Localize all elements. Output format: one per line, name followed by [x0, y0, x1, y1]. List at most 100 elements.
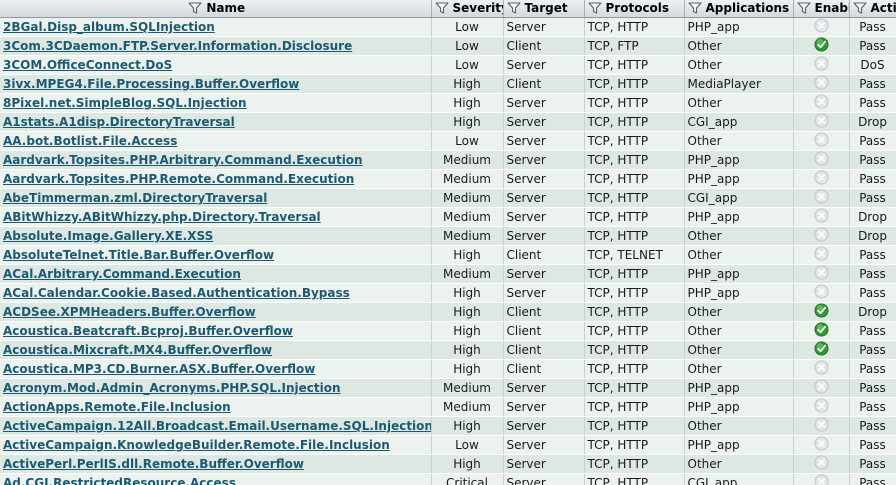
column-header-label: Target — [524, 0, 568, 15]
cell-enable — [793, 245, 850, 265]
table-row[interactable]: Ad.CGI.RestrictedResource.Access Critical… — [0, 473, 896, 485]
disabled-icon[interactable] — [814, 398, 829, 416]
signature-link[interactable]: Acronym.Mod.Admin_Acronyms.PHP.SQL.Injec… — [3, 381, 341, 395]
disabled-icon[interactable] — [814, 455, 829, 473]
disabled-icon[interactable] — [814, 379, 829, 397]
disabled-icon[interactable] — [814, 170, 829, 188]
disabled-icon[interactable] — [814, 151, 829, 169]
cell-protocols: TCP, HTTP — [584, 378, 685, 398]
cell-protocols: TCP, FTP — [584, 36, 685, 56]
signature-link[interactable]: 3COM.OfficeConnect.DoS — [3, 58, 172, 72]
table-row[interactable]: A1stats.A1disp.DirectoryTraversal High Ser… — [0, 112, 896, 132]
signature-link[interactable]: Acoustica.MP3.CD.Burner.ASX.Buffer.Overf… — [3, 362, 315, 376]
signature-link[interactable]: 2BGal.Disp_album.SQLInjection — [3, 20, 215, 34]
disabled-icon[interactable] — [814, 56, 829, 74]
signature-link[interactable]: Ad.CGI.RestrictedResource.Access — [3, 476, 236, 485]
table-row[interactable]: AbsoluteTelnet.Title.Bar.Buffer.Overflow… — [0, 245, 896, 265]
filter-icon[interactable] — [506, 1, 521, 17]
disabled-icon[interactable] — [814, 189, 829, 207]
signature-link[interactable]: Aardvark.Topsites.PHP.Remote.Command.Exe… — [3, 172, 354, 186]
disabled-icon[interactable] — [814, 284, 829, 302]
signature-link[interactable]: AA.bot.Botlist.File.Access — [3, 134, 177, 148]
signature-link[interactable]: AbsoluteTelnet.Title.Bar.Buffer.Overflow — [3, 248, 274, 262]
signature-link[interactable]: ActiveCampaign.KnowledgeBuilder.Remote.F… — [3, 438, 390, 452]
signature-link[interactable]: ActiveCampaign.12All.Broadcast.Email.Use… — [3, 419, 430, 433]
table-row[interactable]: ACal.Calendar.Cookie.Based.Authenticatio… — [0, 283, 896, 303]
table-row[interactable]: ACDSee.XPMHeaders.Buffer.Overflow High Cli… — [0, 302, 896, 322]
table-row[interactable]: Acronym.Mod.Admin_Acronyms.PHP.SQL.Injec… — [0, 378, 896, 398]
cell-name: AbeTimmerman.zml.DirectoryTraversal — [0, 188, 432, 208]
column-header-protocols[interactable]: Protocols — [584, 0, 685, 18]
cell-applications: Other — [684, 340, 794, 360]
disabled-icon[interactable] — [814, 132, 829, 150]
signature-link[interactable]: ABitWhizzy.ABitWhizzy.php.Directory.Trav… — [3, 210, 321, 224]
table-row[interactable]: ActivePerl.PerlIS.dll.Remote.Buffer.Over… — [0, 454, 896, 474]
disabled-icon[interactable] — [814, 265, 829, 283]
column-header-target[interactable]: Target — [503, 0, 585, 18]
signature-link[interactable]: 3ivx.MPEG4.File.Processing.Buffer.Overfl… — [3, 77, 299, 91]
signature-link[interactable]: Acoustica.Mixcraft.MX4.Buffer.Overflow — [3, 343, 272, 357]
cell-target: Server — [503, 55, 585, 75]
table-row[interactable]: ActiveCampaign.KnowledgeBuilder.Remote.F… — [0, 435, 896, 455]
signature-link[interactable]: ActivePerl.PerlIS.dll.Remote.Buffer.Over… — [3, 457, 304, 471]
disabled-icon[interactable] — [814, 113, 829, 131]
filter-icon[interactable] — [687, 1, 702, 17]
table-row[interactable]: AA.bot.Botlist.File.Access Low Server TCP, … — [0, 131, 896, 151]
cell-enable — [793, 454, 850, 474]
table-row[interactable]: 2BGal.Disp_album.SQLInjection Low Server TC… — [0, 17, 896, 37]
filter-icon[interactable] — [434, 1, 449, 17]
table-row[interactable]: ACal.Arbitrary.Command.Execution Medium Se… — [0, 264, 896, 284]
column-header-name[interactable]: Name — [0, 0, 432, 18]
table-row[interactable]: Aardvark.Topsites.PHP.Arbitrary.Command.… — [0, 150, 896, 170]
disabled-icon[interactable] — [814, 75, 829, 93]
filter-icon[interactable] — [587, 1, 602, 17]
column-header-enable[interactable]: Enable — [793, 0, 850, 18]
column-header-action[interactable]: Action — [849, 0, 896, 18]
check-icon[interactable] — [814, 341, 829, 359]
table-row[interactable]: Acoustica.Beatcraft.Bcproj.Buffer.Overfl… — [0, 321, 896, 341]
cell-name: Aardvark.Topsites.PHP.Arbitrary.Command.… — [0, 150, 432, 170]
disabled-icon[interactable] — [814, 246, 829, 264]
table-row[interactable]: 3COM.OfficeConnect.DoS Low Server TCP, HTTP… — [0, 55, 896, 75]
signature-link[interactable]: 3Com.3CDaemon.FTP.Server.Information.Dis… — [3, 39, 352, 53]
disabled-icon[interactable] — [814, 474, 829, 485]
filter-icon[interactable] — [796, 1, 811, 17]
table-row[interactable]: Acoustica.Mixcraft.MX4.Buffer.Overflow Hi… — [0, 340, 896, 360]
table-row[interactable]: Absolute.Image.Gallery.XE.XSS Medium Serve… — [0, 226, 896, 246]
disabled-icon[interactable] — [814, 208, 829, 226]
disabled-icon[interactable] — [814, 436, 829, 454]
table-row[interactable]: Aardvark.Topsites.PHP.Remote.Command.Exe… — [0, 169, 896, 189]
signature-link[interactable]: Acoustica.Beatcraft.Bcproj.Buffer.Overfl… — [3, 324, 293, 338]
disabled-icon[interactable] — [814, 227, 829, 245]
signature-link[interactable]: Aardvark.Topsites.PHP.Arbitrary.Command.… — [3, 153, 363, 167]
disabled-icon[interactable] — [814, 94, 829, 112]
filter-icon[interactable] — [188, 1, 202, 17]
signature-link[interactable]: AbeTimmerman.zml.DirectoryTraversal — [3, 191, 267, 205]
disabled-icon[interactable] — [814, 417, 829, 435]
check-icon[interactable] — [814, 303, 829, 321]
table-row[interactable]: ABitWhizzy.ABitWhizzy.php.Directory.Trav… — [0, 207, 896, 227]
column-header-applications[interactable]: Applications — [684, 0, 794, 18]
filter-icon[interactable] — [852, 1, 867, 17]
table-row[interactable]: AbeTimmerman.zml.DirectoryTraversal Mediu… — [0, 188, 896, 208]
check-icon[interactable] — [814, 322, 829, 340]
table-row[interactable]: 3Com.3CDaemon.FTP.Server.Information.Dis… — [0, 36, 896, 56]
signature-link[interactable]: ACDSee.XPMHeaders.Buffer.Overflow — [3, 305, 256, 319]
table-row[interactable]: Acoustica.MP3.CD.Burner.ASX.Buffer.Overf… — [0, 359, 896, 379]
column-header-severity[interactable]: Severity — [431, 0, 504, 18]
table-row[interactable]: ActionApps.Remote.File.Inclusion Medium Se… — [0, 397, 896, 417]
disabled-icon[interactable] — [814, 18, 829, 36]
cell-severity: High — [431, 245, 504, 265]
disabled-icon[interactable] — [814, 360, 829, 378]
table-row[interactable]: 3ivx.MPEG4.File.Processing.Buffer.Overfl… — [0, 74, 896, 94]
signature-link[interactable]: A1stats.A1disp.DirectoryTraversal — [3, 115, 235, 129]
signature-link[interactable]: ACal.Arbitrary.Command.Execution — [3, 267, 241, 281]
signature-link[interactable]: 8Pixel.net.SimpleBlog.SQL.Injection — [3, 96, 247, 110]
signature-link[interactable]: ACal.Calendar.Cookie.Based.Authenticatio… — [3, 286, 350, 300]
signature-link[interactable]: ActionApps.Remote.File.Inclusion — [3, 400, 231, 414]
table-row[interactable]: 8Pixel.net.SimpleBlog.SQL.Injection High S… — [0, 93, 896, 113]
table-row[interactable]: ActiveCampaign.12All.Broadcast.Email.Use… — [0, 416, 896, 436]
cell-severity: High — [431, 283, 504, 303]
check-icon[interactable] — [814, 37, 829, 55]
signature-link[interactable]: Absolute.Image.Gallery.XE.XSS — [3, 229, 213, 243]
